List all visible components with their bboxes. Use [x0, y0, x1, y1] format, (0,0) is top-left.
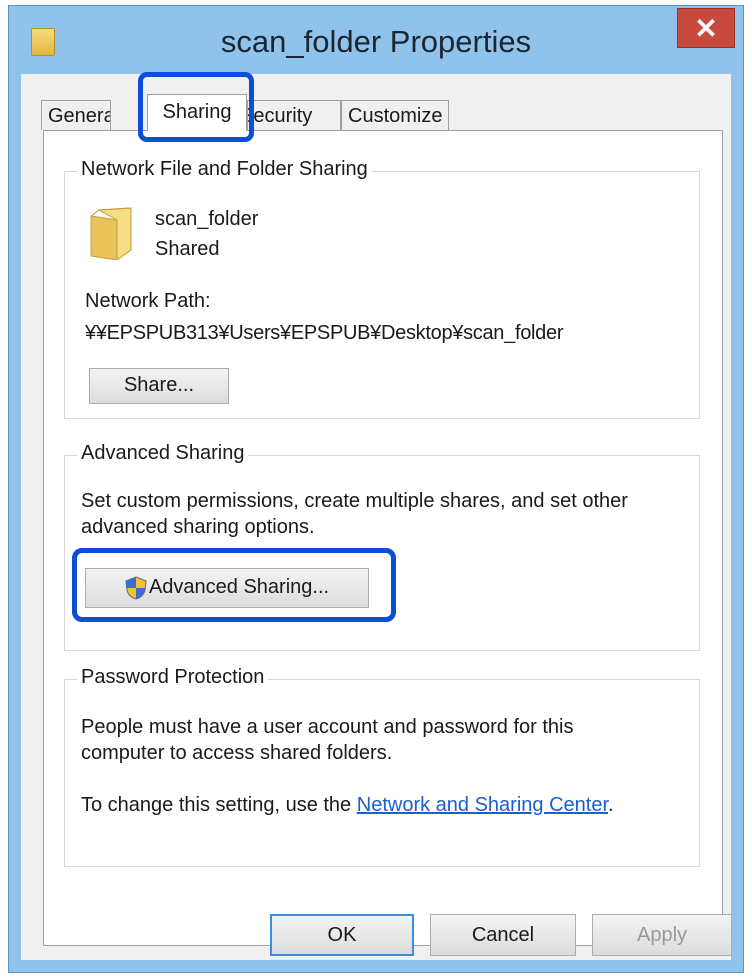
- network-sharing-center-link[interactable]: Network and Sharing Center: [357, 794, 608, 816]
- tab-general[interactable]: General: [41, 100, 111, 130]
- window-title: scan_folder Properties: [220, 24, 532, 59]
- change-setting-prefix: To change this setting, use the: [81, 794, 352, 816]
- title-bar[interactable]: scan_folder Properties ✕: [9, 6, 743, 74]
- folder-status: Shared: [155, 238, 220, 260]
- close-button[interactable]: ✕: [677, 8, 735, 48]
- tab-security[interactable]: Security: [247, 100, 341, 130]
- dialog-client: General Sharing Security Customize Netwo…: [21, 72, 732, 960]
- password-protection-title: Password Protection: [77, 666, 269, 689]
- network-path-value: ¥¥EPSPUB313¥Users¥EPSPUB¥Desktop¥scan_fo…: [85, 322, 564, 344]
- sharing-tab-highlight: [138, 72, 254, 142]
- advanced-sharing-title: Advanced Sharing: [77, 442, 249, 465]
- network-sharing-group: Network File and Folder Sharing scan_fol…: [64, 158, 700, 419]
- ok-button[interactable]: OK: [270, 914, 414, 956]
- tab-customize[interactable]: Customize: [341, 100, 449, 130]
- advanced-sharing-highlight: [72, 548, 396, 622]
- password-protection-group: Password Protection People must have a u…: [64, 666, 700, 867]
- advanced-sharing-desc-line1: Set custom permissions, create multiple …: [81, 490, 628, 512]
- cancel-button[interactable]: Cancel: [430, 914, 576, 956]
- share-button[interactable]: Share...: [89, 368, 229, 404]
- sharing-panel: Network File and Folder Sharing scan_fol…: [43, 130, 723, 946]
- properties-window: scan_folder Properties ✕ General Sharing…: [8, 5, 744, 973]
- apply-button[interactable]: Apply: [592, 914, 732, 956]
- network-sharing-title: Network File and Folder Sharing: [77, 158, 372, 181]
- change-setting-period: .: [608, 794, 614, 816]
- folder-name: scan_folder: [155, 208, 259, 230]
- password-desc-line2: computer to access shared folders.: [81, 742, 393, 764]
- advanced-sharing-desc-line2: advanced sharing options.: [81, 516, 315, 538]
- change-setting-text: To change this setting, use the Network …: [81, 794, 614, 817]
- password-desc-line1: People must have a user account and pass…: [81, 716, 574, 738]
- shared-folder-icon: [90, 207, 132, 260]
- network-path-label: Network Path:: [85, 290, 211, 312]
